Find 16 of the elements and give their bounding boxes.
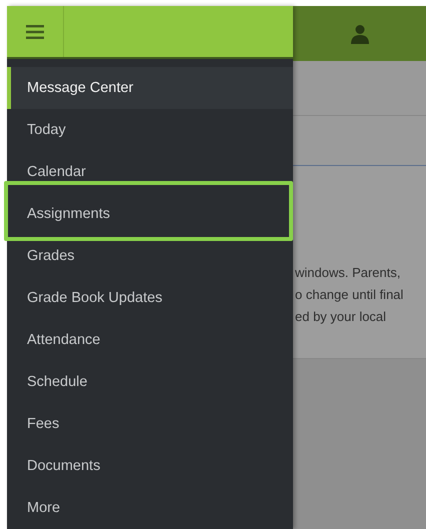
menu-item[interactable]: Calendar [7, 151, 293, 193]
menu-item[interactable]: Grades [7, 235, 293, 277]
user-icon[interactable] [350, 24, 370, 44]
menu-item[interactable]: Today [7, 109, 293, 151]
message-text: ed by your local [295, 308, 388, 326]
menu-item[interactable]: More [7, 487, 293, 529]
menu-icon [26, 24, 44, 39]
menu-item[interactable]: Documents [7, 445, 293, 487]
menu-item[interactable]: Fees [7, 403, 293, 445]
menu-item[interactable]: Attendance [7, 319, 293, 361]
menu-item[interactable]: Schedule [7, 361, 293, 403]
message-text: windows. Parents, [295, 264, 402, 282]
menu-item[interactable]: Message Center [7, 67, 293, 109]
message-text: o change until final [295, 286, 404, 304]
menu-item[interactable]: Grade Book Updates [7, 277, 293, 319]
menu-item[interactable]: Assignments [7, 193, 293, 235]
